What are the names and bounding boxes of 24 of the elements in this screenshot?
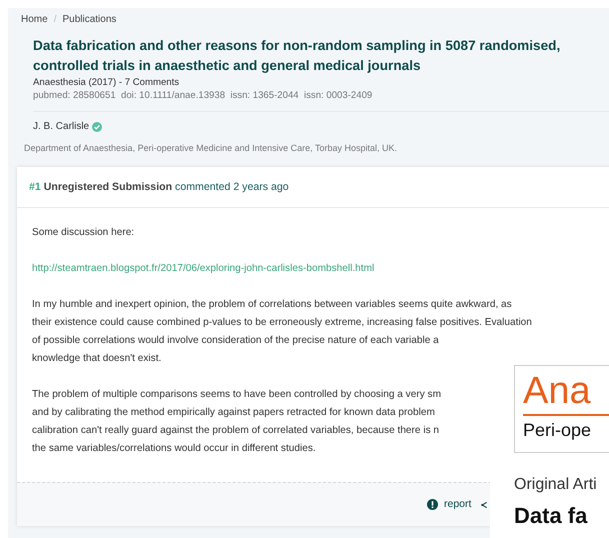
comment-text-line: their existence could cause combined p-values to be erroneously extreme, increasing false positives. Evaluation xyxy=(32,316,532,330)
author-name[interactable]: J. B. Carlisle xyxy=(33,120,90,134)
comment-text-line: Some discussion here: xyxy=(32,226,134,240)
journal-logo: Ana Peri-ope xyxy=(514,365,609,453)
alert-icon xyxy=(427,499,438,510)
article-identifiers: pubmed: 28580651 doi: 10.1111/anae.13938 issn: 1365-2044 issn: 0003-2409 xyxy=(33,89,374,103)
comment-text-line: In my humble and inexpert opinion, the problem of correlations between variables seems quite awkward, as xyxy=(32,298,512,312)
report-link[interactable]: report xyxy=(444,496,472,512)
comment-header: #1 Unregistered Submission commented 2 years ago xyxy=(17,167,609,208)
breadcrumb-separator: / xyxy=(54,13,56,27)
author-affiliation: Department of Anaesthesia, Peri-operative Medicine and Intensive Care, Torbay Hospital, UK. xyxy=(24,142,398,155)
comment-text-line: The problem of multiple comparisons seems to have been controlled by choosing a very sm xyxy=(32,388,441,402)
article-type: Original Arti xyxy=(514,475,598,495)
share-icon[interactable] xyxy=(481,500,488,508)
breadcrumb-link[interactable]: Publications xyxy=(62,12,116,27)
preview-heading: Data fa xyxy=(514,503,588,529)
comment-text-line: knowledge that doesn't exist. xyxy=(32,352,162,366)
comment-text-line: of possible correlations would involve consideration of the precise nature of each variable a xyxy=(32,334,439,348)
article-title: Data fabrication and other reasons for non-random sampling in 5087 randomised, controlled trials in anaesthetic and general medical journals xyxy=(33,37,562,75)
journal-info: Anaesthesia (2017) - 7 Comments xyxy=(33,76,180,89)
breadcrumb-link[interactable]: Home xyxy=(21,12,48,27)
comment-text-line: calibration can't really guard against the problem of correlated variables, because there is n xyxy=(32,424,440,438)
comment-text-line: the same variables/correlations would occur in different studies. xyxy=(32,442,316,456)
comment-text-line: and by calibrating the method empirically against papers retracted for known data problem xyxy=(32,406,435,420)
